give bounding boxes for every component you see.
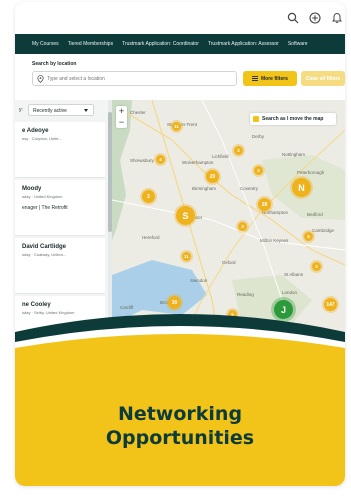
map-cluster-pin[interactable]: S (176, 206, 195, 225)
map-town-label: Swindon (190, 278, 208, 283)
map-town-label: Coventry (240, 186, 259, 191)
map-town-label: Peterborough (297, 170, 325, 175)
main-nav: My Courses Tiered Memberships Trustmark … (15, 34, 345, 54)
map-cluster-pin[interactable]: 2 (142, 190, 155, 203)
chevron-down-icon (84, 109, 88, 112)
search-as-move-label: Search as I move the map (262, 116, 324, 122)
nav-item-my-courses[interactable]: My Courses (32, 41, 59, 47)
location-pin-icon (37, 75, 44, 83)
map-town-label: Lichfield (212, 154, 229, 159)
map-town-label: Reading (237, 292, 254, 297)
location-search-input[interactable] (47, 73, 232, 84)
member-name: Moody (22, 186, 42, 192)
search-area: Search by location More filters Clear al… (15, 54, 345, 100)
map-cluster-pin[interactable]: 28 (258, 198, 271, 211)
feature-card: My Courses Tiered Memberships Trustmark … (15, 2, 345, 486)
sort-value: Recently active (33, 108, 67, 114)
list-item[interactable]: David Cartlidge sday · Coalway, United..… (15, 238, 105, 294)
nav-item-tiered-memberships[interactable]: Tiered Memberships (68, 41, 113, 47)
list-item[interactable]: e Adeoye esy · Croydon, Unite... (15, 122, 105, 178)
top-bar (15, 2, 345, 34)
sort-label: y: (19, 107, 23, 113)
headline-line-1: Networking (117, 403, 243, 425)
member-name: e Adeoye (22, 128, 49, 134)
map-cluster-pin[interactable]: 5 (304, 232, 313, 241)
map-cluster-pin[interactable]: 11 (182, 252, 191, 261)
map-town-label: Wolverhampton (182, 160, 214, 165)
member-meta: esy · Croydon, Unite... (22, 136, 62, 141)
feature-headline: Networking Opportunities (15, 402, 345, 450)
map-town-label: Nottingham (282, 152, 306, 157)
map-cluster-pin[interactable]: 2 (254, 166, 263, 175)
map-cluster-pin[interactable]: 2 (312, 262, 321, 271)
map-town-label: Hereford (142, 235, 160, 240)
nav-item-trustmark-coordinator[interactable]: Trustmark Application: Coordinator (122, 41, 199, 47)
nav-item-trustmark-assessor[interactable]: Trustmark Application: Assessor (208, 41, 279, 47)
map-cluster-pin[interactable]: 20 (206, 170, 219, 183)
map-town-label: Milton Keynes (260, 238, 289, 243)
location-search-box[interactable] (32, 71, 237, 86)
map-town-label: Derby (252, 134, 265, 139)
bell-icon[interactable] (331, 12, 343, 24)
map-town-label: Birmingham (192, 186, 217, 191)
search-label: Search by location (32, 61, 77, 67)
sort-select[interactable]: Recently active (28, 104, 94, 116)
nav-item-software[interactable]: Software (288, 41, 308, 47)
map-cluster-pin[interactable]: N (292, 178, 311, 197)
search-as-move-toggle[interactable]: Search as I move the map (250, 113, 336, 125)
headline-line-2: Opportunities (105, 427, 255, 449)
map-town-label: London (282, 290, 298, 295)
member-meta: sday · Coalway, United... (22, 252, 67, 257)
map-town-label: Chester (130, 110, 146, 115)
zoom-control: + − (116, 106, 127, 128)
clear-filters-label: Clear all filters (305, 75, 341, 82)
zoom-in-button[interactable]: + (116, 106, 127, 117)
more-filters-label: More filters (261, 75, 288, 82)
more-filters-button[interactable]: More filters (243, 71, 297, 86)
map-cluster-pin[interactable]: 3 (238, 222, 247, 231)
member-meta: sday · United Kingdom (22, 194, 63, 199)
map-town-label: St Albans (284, 272, 304, 277)
zoom-out-button[interactable]: − (116, 117, 127, 128)
clear-filters-button[interactable]: Clear all filters (301, 71, 345, 86)
map-cluster-pin[interactable]: 11 (172, 122, 181, 131)
member-name: David Cartlidge (22, 244, 67, 250)
map-town-label: Oxford (222, 260, 236, 265)
filter-lines-icon (252, 76, 259, 81)
map-cluster-pin[interactable]: 2 (234, 146, 243, 155)
map-town-label: Bedford (307, 212, 323, 217)
list-item[interactable]: Moody sday · United Kingdom enager | The… (15, 180, 105, 236)
map-town-label: Cambridge (312, 228, 335, 233)
map-town-label: Shrewsbury (130, 158, 154, 163)
checkbox[interactable] (253, 116, 259, 122)
plus-circle-icon[interactable] (309, 12, 321, 24)
member-role: enager | The Retrofit (22, 205, 68, 211)
map-cluster-pin[interactable]: 4 (156, 155, 165, 164)
search-icon[interactable] (287, 12, 299, 24)
